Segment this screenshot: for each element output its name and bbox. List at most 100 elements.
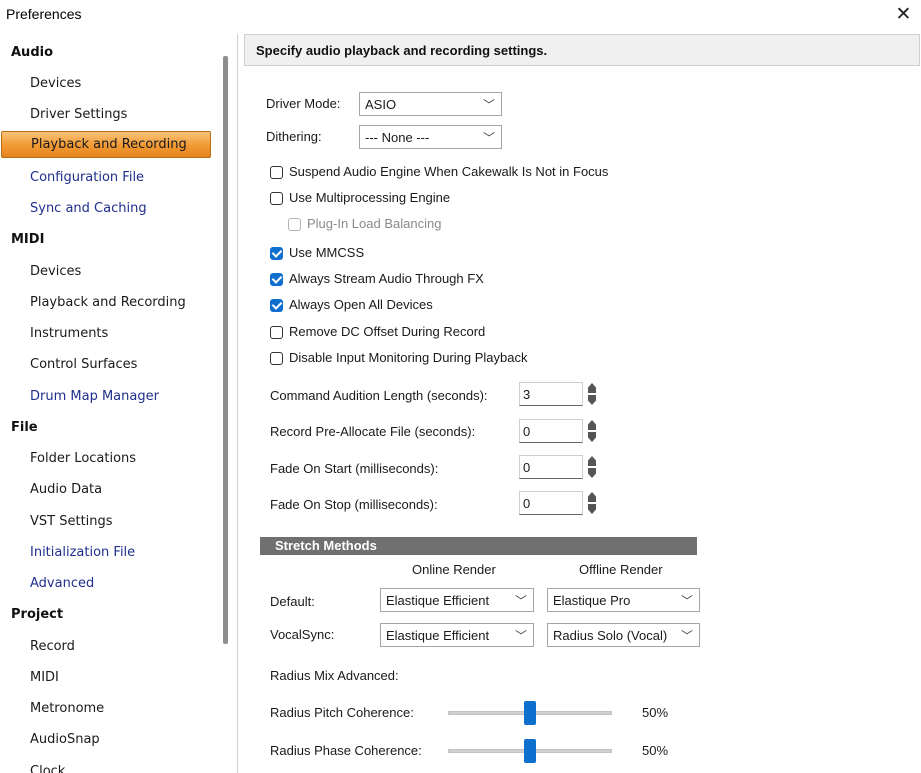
audition-length-label: Command Audition Length (seconds): xyxy=(270,388,488,403)
radius-phase-value: 50% xyxy=(642,743,669,758)
checkbox-box xyxy=(270,352,283,365)
radius-phase-label: Radius Phase Coherence: xyxy=(270,743,422,758)
chevron-down-icon: ﹀ xyxy=(514,629,527,643)
default-offline-value: Elastique Pro xyxy=(553,593,631,608)
driver-mode-label: Driver Mode: xyxy=(266,96,341,111)
vocalsync-offline-select[interactable]: Radius Solo (Vocal) ﹀ xyxy=(547,623,700,647)
panel-header: Specify audio playback and recording set… xyxy=(244,34,920,66)
sidebar: Audio Devices Driver Settings Playback a… xyxy=(0,34,238,773)
sidebar-item-folder-locations[interactable]: Folder Locations xyxy=(30,446,136,472)
sidebar-item-vst-settings[interactable]: VST Settings xyxy=(30,509,113,535)
sidebar-item-sync-caching[interactable]: Sync and Caching xyxy=(30,196,147,222)
chevron-down-icon: ﹀ xyxy=(482,131,495,145)
sidebar-item-initialization-file[interactable]: Initialization File xyxy=(30,540,135,566)
chevron-down-icon: ﹀ xyxy=(680,629,693,643)
sidebar-item-metronome[interactable]: Metronome xyxy=(30,696,104,722)
disable-input-monitoring-checkbox[interactable]: Disable Input Monitoring During Playback xyxy=(270,350,550,370)
checkmark-icon xyxy=(270,273,283,286)
audition-length-stepper[interactable] xyxy=(587,383,597,405)
sidebar-item-clock[interactable]: Clock xyxy=(30,759,65,773)
plugin-load-balancing-checkbox[interactable]: Plug-In Load Balancing xyxy=(288,216,458,236)
title-bar: Preferences ✕ xyxy=(0,0,921,30)
use-mmcss-checkbox[interactable]: Use MMCSS xyxy=(270,245,390,265)
stream-through-fx-checkbox[interactable]: Always Stream Audio Through FX xyxy=(270,271,500,291)
sidebar-item-audio-data[interactable]: Audio Data xyxy=(30,477,102,503)
suspend-engine-label: Suspend Audio Engine When Cakewalk Is No… xyxy=(289,164,609,179)
driver-mode-value: ASIO xyxy=(365,97,397,112)
radius-phase-thumb[interactable] xyxy=(524,739,536,763)
open-all-devices-checkbox[interactable]: Always Open All Devices xyxy=(270,297,450,317)
radius-pitch-thumb[interactable] xyxy=(524,701,536,725)
sidebar-category-audio[interactable]: Audio xyxy=(11,40,53,66)
suspend-engine-checkbox[interactable]: Suspend Audio Engine When Cakewalk Is No… xyxy=(270,164,630,184)
dithering-label: Dithering: xyxy=(266,129,322,144)
checkmark-icon xyxy=(270,299,283,312)
use-mmcss-label: Use MMCSS xyxy=(289,245,365,260)
sidebar-item-control-surfaces[interactable]: Control Surfaces xyxy=(30,352,137,378)
remove-dc-offset-label: Remove DC Offset During Record xyxy=(289,324,486,339)
sidebar-item-advanced[interactable]: Advanced xyxy=(30,571,94,597)
default-stretch-label: Default: xyxy=(270,594,315,609)
vocalsync-online-select[interactable]: Elastique Efficient ﹀ xyxy=(380,623,534,647)
fade-stop-stepper[interactable] xyxy=(587,492,597,514)
radius-mix-advanced-label: Radius Mix Advanced: xyxy=(270,668,399,683)
preallocate-value: 0 xyxy=(523,424,531,439)
sidebar-item-audio-playback-recording[interactable]: Playback and Recording xyxy=(1,131,211,158)
sidebar-category-project[interactable]: Project xyxy=(11,602,63,628)
sidebar-category-file[interactable]: File xyxy=(11,415,38,441)
panel-header-text: Specify audio playback and recording set… xyxy=(256,43,548,58)
sidebar-item-drum-map-manager[interactable]: Drum Map Manager xyxy=(30,384,159,410)
vocalsync-offline-value: Radius Solo (Vocal) xyxy=(553,628,668,643)
open-all-devices-label: Always Open All Devices xyxy=(289,297,433,312)
window-title: Preferences xyxy=(6,6,82,22)
vocalsync-label: VocalSync: xyxy=(270,627,335,642)
sidebar-scrollbar[interactable] xyxy=(223,56,228,644)
vocalsync-online-value: Elastique Efficient xyxy=(386,628,490,643)
chevron-down-icon: ﹀ xyxy=(482,98,495,112)
checkbox-box xyxy=(270,326,283,339)
driver-mode-select[interactable]: ASIO ﹀ xyxy=(359,92,502,116)
fade-start-input[interactable]: 0 xyxy=(519,455,583,479)
default-offline-select[interactable]: Elastique Pro ﹀ xyxy=(547,588,700,612)
sidebar-item-project-midi[interactable]: MIDI xyxy=(30,665,59,691)
checkmark-icon xyxy=(270,247,283,260)
preallocate-input[interactable]: 0 xyxy=(519,419,583,443)
sidebar-item-midi-playback-recording[interactable]: Playback and Recording xyxy=(30,290,186,316)
sidebar-item-configuration-file[interactable]: Configuration File xyxy=(30,165,144,191)
fade-stop-input[interactable]: 0 xyxy=(519,491,583,515)
sidebar-item-label: Playback and Recording xyxy=(31,137,187,152)
default-online-select[interactable]: Elastique Efficient ﹀ xyxy=(380,588,534,612)
radius-pitch-label: Radius Pitch Coherence: xyxy=(270,705,414,720)
audition-length-value: 3 xyxy=(523,387,531,402)
sidebar-item-midi-devices[interactable]: Devices xyxy=(30,259,81,285)
close-icon[interactable]: ✕ xyxy=(886,0,921,30)
checkbox-box xyxy=(270,192,283,205)
online-render-header: Online Render xyxy=(412,562,496,577)
default-online-value: Elastique Efficient xyxy=(386,593,490,608)
checkbox-box xyxy=(288,218,301,231)
stretch-methods-title: Stretch Methods xyxy=(275,538,377,553)
sidebar-category-midi[interactable]: MIDI xyxy=(11,227,44,253)
sidebar-item-driver-settings[interactable]: Driver Settings xyxy=(30,102,127,128)
fade-stop-value: 0 xyxy=(523,496,531,511)
plugin-load-balancing-label: Plug-In Load Balancing xyxy=(307,216,442,231)
sidebar-item-record[interactable]: Record xyxy=(30,634,75,660)
multiprocessing-checkbox[interactable]: Use Multiprocessing Engine xyxy=(270,190,470,210)
remove-dc-offset-checkbox[interactable]: Remove DC Offset During Record xyxy=(270,324,510,344)
fade-stop-label: Fade On Stop (milliseconds): xyxy=(270,497,438,512)
sidebar-item-audiosnap[interactable]: AudioSnap xyxy=(30,727,100,753)
radius-pitch-value: 50% xyxy=(642,705,669,720)
audition-length-input[interactable]: 3 xyxy=(519,382,583,406)
preallocate-label: Record Pre-Allocate File (seconds): xyxy=(270,424,476,439)
chevron-down-icon: ﹀ xyxy=(514,594,527,608)
preallocate-stepper[interactable] xyxy=(587,420,597,442)
dithering-select[interactable]: --- None --- ﹀ xyxy=(359,125,502,149)
checkbox-box xyxy=(270,166,283,179)
settings-panel: Specify audio playback and recording set… xyxy=(238,34,921,773)
disable-input-monitoring-label: Disable Input Monitoring During Playback xyxy=(289,350,528,365)
sidebar-item-audio-devices[interactable]: Devices xyxy=(30,71,81,97)
multiprocessing-label: Use Multiprocessing Engine xyxy=(289,190,451,205)
sidebar-item-instruments[interactable]: Instruments xyxy=(30,321,108,347)
fade-start-label: Fade On Start (milliseconds): xyxy=(270,461,439,476)
fade-start-stepper[interactable] xyxy=(587,456,597,478)
